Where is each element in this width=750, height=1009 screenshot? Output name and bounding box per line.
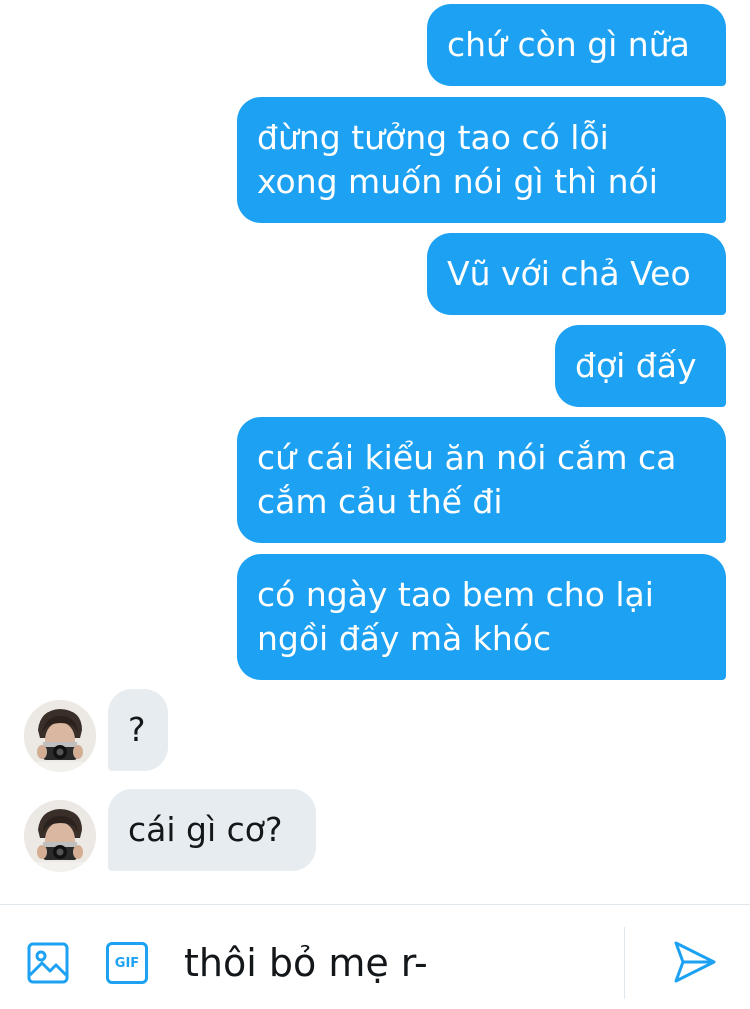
gif-icon[interactable]: GIF	[106, 942, 148, 984]
message-bubble-sent[interactable]: cứ cái kiểu ăn nói cắm ca cắm cảu thế đi	[237, 417, 726, 543]
image-icon[interactable]	[26, 941, 70, 985]
message-bubble-sent[interactable]: chứ còn gì nữa	[427, 4, 726, 86]
message-bubble-received[interactable]: cái gì cơ?	[108, 789, 316, 871]
message-bubble-sent[interactable]: đợi đấy	[555, 325, 726, 407]
message-bubble-sent[interactable]: Vũ với chả Veo	[427, 233, 726, 315]
avatar[interactable]	[24, 800, 96, 872]
avatar-photo	[24, 700, 96, 772]
dm-conversation: chứ còn gì nữa đừng tưởng tao có lỗi xon…	[0, 0, 750, 1009]
message-bubble-received[interactable]: ?	[108, 689, 168, 771]
message-bubble-sent[interactable]: có ngày tao bem cho lại ngồi đấy mà khóc	[237, 554, 726, 680]
send-icon[interactable]	[672, 939, 718, 985]
gif-label: GIF	[114, 955, 140, 971]
composer-divider	[624, 927, 625, 999]
message-bubble-sent[interactable]: đừng tưởng tao có lỗi xong muốn nói gì t…	[237, 97, 726, 223]
message-composer: GIF thôi bỏ mẹ r-	[0, 904, 750, 1009]
avatar[interactable]	[24, 700, 96, 772]
avatar-photo	[24, 800, 96, 872]
message-input[interactable]: thôi bỏ mẹ r-	[184, 935, 428, 991]
